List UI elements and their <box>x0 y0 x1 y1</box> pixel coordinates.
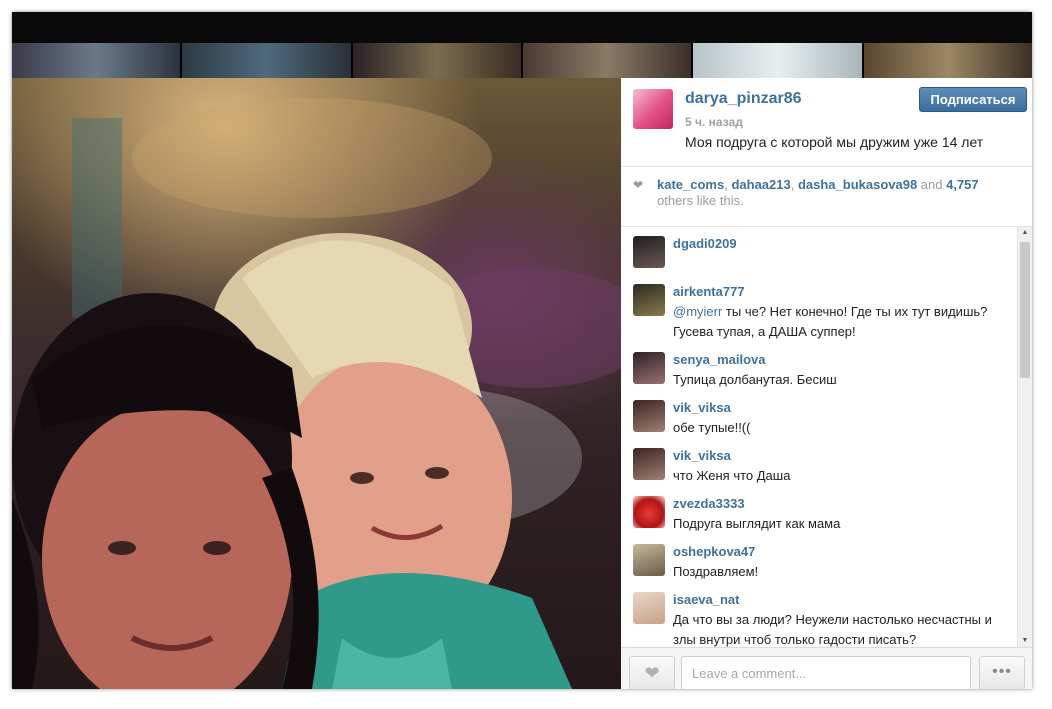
comment-text: Поздравляем! <box>673 564 759 579</box>
commenter-avatar[interactable] <box>633 448 665 480</box>
post-header: darya_pinzar86 Подписаться 5 ч. назад Мо… <box>621 78 1032 167</box>
likes-text: kate_coms, dahaa213, dasha_bukasova98 an… <box>657 177 1017 209</box>
commenter-avatar[interactable] <box>633 592 665 624</box>
comment-text: что Женя что Даша <box>673 468 791 483</box>
like-button[interactable]: ❤ <box>629 656 675 689</box>
post-timestamp[interactable]: 5 ч. назад <box>685 115 743 129</box>
commenter-avatar[interactable] <box>633 496 665 528</box>
commenter-avatar[interactable] <box>633 400 665 432</box>
photo-scene-illustration <box>12 98 621 689</box>
commenter-avatar[interactable] <box>633 236 665 268</box>
post-details-panel: darya_pinzar86 Подписаться 5 ч. назад Мо… <box>621 78 1032 689</box>
comment-username[interactable]: dgadi0209 <box>673 236 737 251</box>
comment-username[interactable]: oshepkova47 <box>673 544 755 559</box>
ellipsis-icon: ••• <box>992 663 1012 680</box>
liker-username[interactable]: dasha_bukasova98 <box>798 177 917 192</box>
comment-username[interactable]: zvezda3333 <box>673 496 745 511</box>
commenter-avatar[interactable] <box>633 352 665 384</box>
photo-filmstrip <box>12 43 1032 78</box>
commenter-avatar[interactable] <box>633 544 665 576</box>
top-bar <box>12 12 1032 43</box>
likes-and: and <box>917 177 947 192</box>
commenter-avatar[interactable] <box>633 284 665 316</box>
post-photo[interactable] <box>12 78 621 689</box>
comment-text: Тупица долбанутая. Бесиш <box>673 372 837 387</box>
filmstrip-thumbnail[interactable] <box>522 43 692 78</box>
comment-input[interactable] <box>681 656 971 689</box>
post-caption: Моя подруга с которой мы дружим уже 14 л… <box>685 134 984 150</box>
more-options-button[interactable]: ••• <box>979 656 1025 689</box>
comment-username[interactable]: vik_viksa <box>673 448 731 463</box>
comment-text: Да что вы за люди? Неужели настолько нес… <box>673 612 992 647</box>
owner-avatar[interactable] <box>633 89 673 129</box>
photo-lightbox-window: darya_pinzar86 Подписаться 5 ч. назад Мо… <box>12 12 1032 689</box>
scroll-down-icon[interactable]: ▼ <box>1018 635 1032 647</box>
heart-icon: ❤ <box>644 663 660 683</box>
filmstrip-thumbnail[interactable] <box>863 43 1032 78</box>
comment-text: @myierr ты че? Нет конечно! Где ты их ту… <box>673 302 1013 342</box>
filmstrip-thumbnail[interactable] <box>693 43 862 78</box>
follow-button[interactable]: Подписаться <box>919 87 1027 112</box>
filmstrip-thumbnail[interactable] <box>352 43 521 78</box>
scroll-thumb[interactable] <box>1020 242 1030 378</box>
liker-username[interactable]: dahaa213 <box>731 177 790 192</box>
likes-count[interactable]: 4,757 <box>946 177 979 192</box>
filmstrip-thumbnail[interactable] <box>12 43 181 78</box>
comment-username[interactable]: isaeva_nat <box>673 592 740 607</box>
filmstrip-thumbnail[interactable] <box>182 43 351 78</box>
likes-others: others like this. <box>657 193 744 208</box>
heart-icon: ❤ <box>633 178 644 192</box>
comment-text: обе тупые!!(( <box>673 420 751 435</box>
comments-list: dgadi0209 airkenta777 @myierr ты че? Нет… <box>621 227 1032 647</box>
comment-mention[interactable]: @myierr <box>673 304 722 319</box>
comment-username[interactable]: vik_viksa <box>673 400 731 415</box>
comment-text: Подруга выглядит как мама <box>673 516 841 531</box>
liker-username[interactable]: kate_coms <box>657 177 724 192</box>
owner-username[interactable]: darya_pinzar86 <box>685 90 802 108</box>
scroll-up-icon[interactable]: ▲ <box>1018 227 1032 239</box>
comment-username[interactable]: airkenta777 <box>673 284 745 299</box>
comment-username[interactable]: senya_mailova <box>673 352 766 367</box>
comments-scrollbar[interactable]: ▲ ▼ <box>1017 227 1032 647</box>
likes-separator: , <box>790 177 798 192</box>
likes-summary: ❤ kate_coms, dahaa213, dasha_bukasova98 … <box>621 166 1032 227</box>
comment-footer: ❤ ••• <box>621 647 1032 689</box>
